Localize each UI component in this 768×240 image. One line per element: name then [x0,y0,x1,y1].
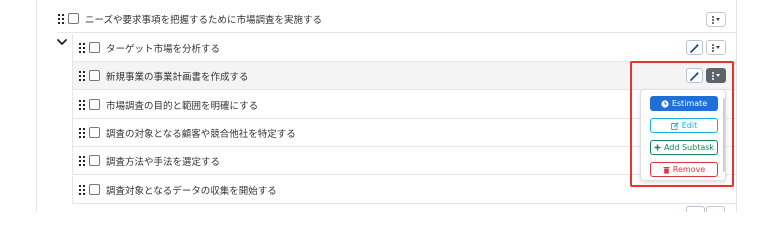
task-label: 新規事業の事業計画書を作成する [106,71,249,83]
task-checkbox[interactable] [89,155,100,166]
task-menu-button[interactable] [706,206,725,212]
caret-down-icon [716,18,720,21]
drag-handle-icon[interactable] [79,42,85,53]
subtask-row[interactable]: ターゲット市場を分析する [72,34,736,62]
task-label: 調査方法や手法を選定する [106,156,221,168]
drag-handle-icon[interactable] [79,184,85,195]
drag-handle-icon[interactable] [58,13,64,24]
chevron-down-icon[interactable] [56,37,68,47]
task-menu-button[interactable] [706,40,726,55]
task-checkbox[interactable] [89,70,100,81]
highlight-annotation [630,61,734,187]
task-row[interactable]: ニーズや要求事項を把握するために市場調査を実施する [58,5,736,33]
drag-handle-icon[interactable] [79,99,85,110]
ai-assist-button[interactable] [686,40,703,55]
more-options-icon [712,43,714,52]
task-checkbox[interactable] [89,184,100,195]
task-checkbox[interactable] [89,127,100,138]
task-label: 調査対象となるデータの収集を開始する [106,185,277,197]
task-menu-button[interactable] [706,12,726,27]
panel-left-border [36,0,37,212]
task-label: 調査の対象となる顧客や競合他社を特定する [106,128,296,140]
caret-down-icon [716,46,720,49]
drag-handle-icon[interactable] [79,127,85,138]
more-options-icon [712,15,714,24]
task-checkbox[interactable] [89,99,100,110]
drag-handle-icon[interactable] [79,155,85,166]
task-label: ターゲット市場を分析する [106,43,221,55]
task-label: 市場調査の目的と範囲を明確にする [106,100,259,112]
panel-right-border [736,0,737,212]
drag-handle-icon[interactable] [79,70,85,81]
magic-wand-icon [690,43,700,53]
task-label: ニーズや要求事項を把握するために市場調査を実施する [85,14,323,26]
task-checkbox[interactable] [89,42,100,53]
task-checkbox[interactable] [68,13,79,24]
ai-assist-button[interactable] [686,206,705,212]
